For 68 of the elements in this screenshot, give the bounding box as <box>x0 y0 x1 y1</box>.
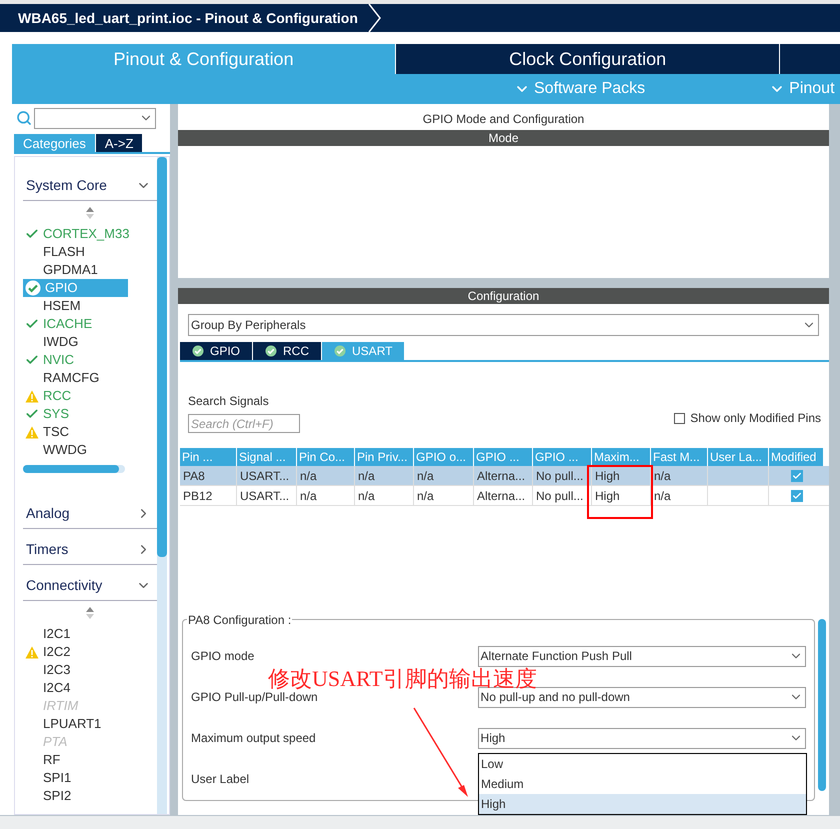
field-select[interactable]: High <box>478 728 806 749</box>
peripheral-item[interactable]: I2C3 <box>23 661 128 679</box>
window-title: WBA65_led_uart_print.ioc - Pinout & Configuration <box>17 8 358 28</box>
section-header: Mode <box>178 130 829 146</box>
peripheral-item[interactable]: I2C4 <box>23 679 128 697</box>
vertical-scrollbar[interactable] <box>818 619 826 791</box>
search-combobox[interactable] <box>34 108 156 128</box>
field-label: Maximum output speed <box>191 730 317 748</box>
table-cell: n/a <box>358 489 375 503</box>
table-row[interactable]: PB12 USART... n/a n/a n/a Alterna... No pull... High n/a <box>180 486 829 506</box>
peripheral-tab[interactable]: RCC <box>253 342 322 360</box>
table-cell: PB12 <box>183 489 212 503</box>
table-cell: USART... <box>240 469 290 483</box>
table-cell: No pull... <box>536 469 584 483</box>
highlight-box <box>587 465 653 519</box>
section-header: Configuration <box>178 288 829 304</box>
peripheral-item[interactable]: I2C1 <box>23 625 128 643</box>
peripheral-item[interactable]: SPI1 <box>23 769 128 787</box>
sort-icon[interactable] <box>85 607 95 619</box>
table-cell: n/a <box>300 489 317 503</box>
check-circle-icon <box>192 345 204 357</box>
field-label: User Label <box>191 771 250 788</box>
peripheral-item[interactable]: LPUART1 <box>23 715 128 733</box>
dropdown-option[interactable]: High <box>479 794 806 814</box>
modified-checkbox[interactable] <box>790 470 802 482</box>
horizontal-scrollbar[interactable] <box>23 465 125 473</box>
panel-title: GPIO Mode and Configuration <box>422 111 586 128</box>
main-tab[interactable]: Clock Configuration <box>396 44 780 74</box>
table-cell: n/a <box>417 489 434 503</box>
table-cell: High <box>595 469 620 483</box>
peripheral-item[interactable]: RAMCFG <box>23 369 128 387</box>
peripheral-item[interactable]: RF <box>23 751 128 769</box>
table-cell: No pull... <box>536 489 584 503</box>
table-cell: n/a <box>300 469 317 483</box>
peripheral-item[interactable]: SPI2 <box>23 787 128 805</box>
table-cell: n/a <box>358 469 375 483</box>
peripheral-item[interactable]: TSC <box>23 423 128 441</box>
vertical-scrollbar[interactable] <box>157 157 167 814</box>
peripheral-item[interactable]: FLASH <box>23 243 128 261</box>
check-circle-icon <box>334 345 346 357</box>
field-select[interactable]: Alternate Function Push Pull <box>478 646 806 667</box>
check-circle-icon <box>265 345 278 357</box>
view-tab[interactable]: A->Z <box>96 134 142 152</box>
peripheral-item[interactable]: HSEM <box>23 297 128 315</box>
peripheral-tab[interactable]: GPIO <box>180 342 252 360</box>
search-icon[interactable] <box>16 110 32 126</box>
modified-checkbox[interactable] <box>790 490 802 502</box>
table-cell: n/a <box>654 469 671 483</box>
sort-icon[interactable] <box>85 207 95 219</box>
field-label: GPIO mode <box>191 648 256 666</box>
table-cell: n/a <box>417 469 434 483</box>
field-label: GPIO Pull-up/Pull-down <box>191 690 319 706</box>
chevron-right-icon <box>368 4 382 32</box>
search-field[interactable]: Search (Ctrl+F) <box>188 414 300 433</box>
peripheral-item[interactable]: IWDG <box>23 333 128 351</box>
table-cell: Alterna... <box>477 469 526 483</box>
search-label: Search Signals <box>188 393 270 410</box>
table-row[interactable]: PA8 USART... n/a n/a n/a Alterna... No pull... High n/a <box>180 466 829 486</box>
table-cell: USART... <box>240 489 290 503</box>
table-cell: PA8 <box>183 469 205 483</box>
table-cell: n/a <box>654 489 671 503</box>
table-cell: Alterna... <box>477 489 526 503</box>
show-modified-checkbox[interactable]: Show only Modified Pins <box>674 409 821 427</box>
peripheral-item[interactable]: WWDG <box>23 441 128 459</box>
peripheral-item[interactable]: GPDMA1 <box>23 261 128 279</box>
table-cell: High <box>595 489 620 503</box>
peripheral-item[interactable]: I2C2 <box>23 643 128 661</box>
group-select[interactable]: Group By Peripherals <box>188 314 819 336</box>
